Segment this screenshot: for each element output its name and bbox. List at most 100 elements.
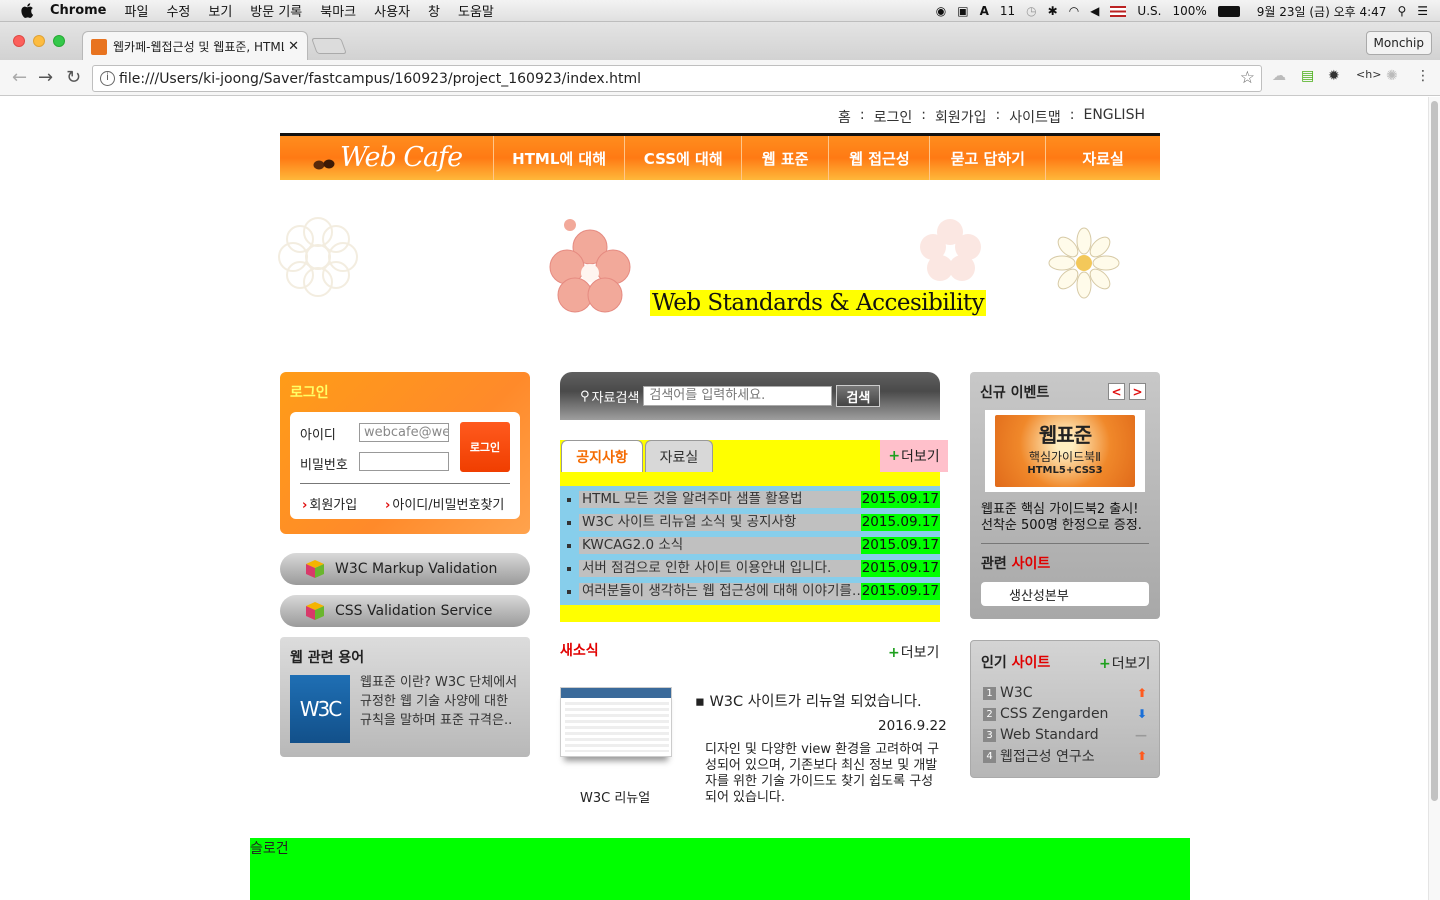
event-banner[interactable]: 웹표준 핵심가이드북Ⅱ HTML5+CSS3 <box>985 410 1145 492</box>
notification-center-icon[interactable]: ☰ <box>1417 4 1428 18</box>
battery-icon[interactable] <box>1217 5 1240 17</box>
apple-icon[interactable] <box>20 3 34 18</box>
site-logo[interactable]: Web Cafe <box>280 136 494 180</box>
code-extension-icon[interactable]: <h> <box>1356 68 1381 81</box>
nav-html[interactable]: HTML에 대해 <box>494 136 626 180</box>
info-icon[interactable]: i <box>100 71 115 86</box>
bluetooth-icon[interactable]: ✱ <box>1048 4 1058 18</box>
notice-title[interactable]: 서버 점검으로 인한 사이트 이용안내 입니다. <box>579 560 868 577</box>
notice-title[interactable]: W3C 사이트 리뉴얼 소식 및 공지사항 <box>579 514 868 531</box>
notice-more-link[interactable]: + 더보기 <box>880 440 948 472</box>
login-button[interactable]: 로그인 <box>460 422 510 472</box>
close-tab-icon[interactable]: ✕ <box>288 39 299 54</box>
list-item[interactable]: W3C 사이트 리뉴얼 소식 및 공지사항 2015.09.17 <box>560 511 940 534</box>
chrome-menu-icon[interactable]: ⋮ <box>1416 68 1430 84</box>
wifi-icon[interactable]: ◠ <box>1069 4 1079 18</box>
event-panel: 신규 이벤트 < > 웹표준 핵심가이드북Ⅱ HTML5+CSS3 웹표준 핵심… <box>970 372 1160 619</box>
join-link[interactable]: › 회원가입 <box>302 494 357 513</box>
list-item[interactable]: HTML 모든 것을 알려주마 샘플 활용법 2015.09.17 <box>560 488 940 511</box>
address-bar[interactable]: i file:///Users/ki-joong/Saver/fastcampu… <box>92 65 1262 92</box>
reload-icon[interactable]: ↻ <box>66 67 81 88</box>
tab-notice[interactable]: 공지사항 <box>561 440 643 472</box>
browser-tab[interactable]: 웹카페-웹접근성 및 웹표준, HTML5 ✕ <box>82 31 308 61</box>
notice-title[interactable]: HTML 모든 것을 알려주마 샘플 활용법 <box>579 491 868 508</box>
bookmark-star-icon[interactable]: ☆ <box>1240 68 1255 88</box>
nav-css[interactable]: CSS에 대해 <box>625 136 743 180</box>
zoom-window-button[interactable] <box>53 35 65 47</box>
w3c-markup-validation-button[interactable]: W3C Markup Validation <box>280 553 530 585</box>
event-text[interactable]: 웹표준 핵심 가이드북2 출시! 선착순 500명 한정으로 증정. <box>981 502 1142 534</box>
news-caption[interactable]: W3C 리뉴얼 <box>580 787 650 806</box>
util-sitemap-link[interactable]: 사이트맵 <box>1009 107 1061 127</box>
menu-edit[interactable]: 수정 <box>166 1 190 20</box>
related-sites-select[interactable]: 생산성본부 <box>981 582 1149 606</box>
flag-icon[interactable] <box>1110 5 1127 17</box>
menu-history[interactable]: 방문 기록 <box>250 1 302 20</box>
nav-qna[interactable]: 묻고 답하기 <box>930 136 1047 180</box>
clock[interactable]: 9월 23일 (금) 오후 4:47 <box>1257 3 1387 20</box>
news-more-link[interactable]: +더보기 <box>888 642 939 662</box>
back-icon[interactable]: ← <box>12 67 27 88</box>
menu-bookmarks[interactable]: 북마크 <box>320 1 356 20</box>
spotlight-icon[interactable]: ⚲ <box>1397 4 1406 18</box>
search-button[interactable]: 검색 <box>836 385 881 407</box>
util-english-link[interactable]: ENGLISH <box>1083 107 1145 127</box>
list-item[interactable]: KWCAG2.0 소식 2015.09.17 <box>560 534 940 557</box>
list-item[interactable]: 2 CSS Zengarden ⬇ <box>983 704 1153 724</box>
search-icon: ⚲ <box>580 388 590 404</box>
new-tab-button[interactable] <box>311 38 347 54</box>
popular-more-link[interactable]: +더보기 <box>1099 653 1150 673</box>
notice-title[interactable]: KWCAG2.0 소식 <box>579 537 868 554</box>
plus-icon: + <box>888 645 900 661</box>
list-item[interactable]: 여러분들이 생각하는 웹 접근성에 대해 이야기를 나눠봅시다2015.09.1… <box>560 580 940 603</box>
list-item[interactable]: 3 Web Standard — <box>983 725 1153 745</box>
menu-window[interactable]: 창 <box>428 1 440 20</box>
web-page: 홈: 로그인: 회원가입: 사이트맵: ENGLISH Web Cafe HTM… <box>0 97 1440 900</box>
menu-view[interactable]: 보기 <box>208 1 232 20</box>
profile-button[interactable]: Monchip <box>1365 31 1432 55</box>
menu-file[interactable]: 파일 <box>125 1 149 20</box>
util-login-link[interactable]: 로그인 <box>874 107 913 127</box>
forward-icon[interactable]: → <box>38 67 53 88</box>
input-source[interactable]: U.S. <box>1137 4 1161 18</box>
scrollbar-thumb[interactable] <box>1431 101 1438 801</box>
camera-icon[interactable]: ◉ <box>936 4 946 18</box>
event-next-button[interactable]: > <box>1129 383 1146 400</box>
list-item[interactable]: 4 웹접근성 연구소 ⬆ <box>983 746 1153 766</box>
list-item[interactable]: 1 W3C ⬆ <box>983 683 1153 703</box>
notice-title[interactable]: 여러분들이 생각하는 웹 접근성에 대해 이야기를 나눠봅시다 <box>579 583 868 600</box>
volume-icon[interactable]: ◀ <box>1090 4 1099 18</box>
util-join-link[interactable]: 회원가입 <box>935 107 987 127</box>
close-window-button[interactable] <box>13 35 25 47</box>
minimize-window-button[interactable] <box>33 35 45 47</box>
screenshot-icon[interactable]: ▣ <box>957 4 968 18</box>
nav-archive[interactable]: 자료실 <box>1046 136 1160 180</box>
evernote-extension-icon[interactable]: ▤ <box>1301 68 1314 84</box>
menu-app-name[interactable]: Chrome <box>50 3 107 18</box>
menu-people[interactable]: 사용자 <box>374 1 410 20</box>
event-prev-button[interactable]: < <box>1108 383 1125 400</box>
book-title: 웹표준 <box>1038 423 1092 447</box>
w3c-logo[interactable]: W3C <box>290 675 350 743</box>
tab-archive[interactable]: 자료실 <box>645 440 713 472</box>
find-account-link[interactable]: › 아이디/비밀번호찾기 <box>385 494 504 513</box>
list-item[interactable]: 서버 점검으로 인한 사이트 이용안내 입니다. 2015.09.17 <box>560 557 940 580</box>
font-icon[interactable]: A <box>980 4 989 18</box>
news-thumbnail[interactable] <box>560 687 672 757</box>
menu-help[interactable]: 도움말 <box>458 1 494 20</box>
password-input[interactable] <box>359 452 449 471</box>
util-home-link[interactable]: 홈 <box>838 107 851 127</box>
puzzle-extension-icon[interactable]: ✺ <box>1386 68 1398 84</box>
css-validation-button[interactable]: CSS Validation Service <box>280 595 530 627</box>
page-scrollbar[interactable] <box>1428 97 1440 900</box>
nav-web-standard[interactable]: 웹 표준 <box>742 136 830 180</box>
search-input[interactable]: 검색어를 입력하세요. <box>643 386 833 406</box>
nav-accessibility[interactable]: 웹 접근성 <box>829 136 931 180</box>
cloud-extension-icon[interactable]: ☁ <box>1272 68 1286 84</box>
trend-up-icon: ⬆ <box>1136 686 1147 700</box>
news-headline[interactable]: ▪ W3C 사이트가 리뉴얼 되었습니다. <box>695 690 922 711</box>
time-machine-icon[interactable]: ◷ <box>1026 4 1036 18</box>
terms-description[interactable]: 웹표준 이란? W3C 단체에서 규정한 웹 기술 사양에 대한 규칙을 말하며… <box>360 673 520 730</box>
settings-extension-icon[interactable]: ✹ <box>1328 68 1340 84</box>
id-input[interactable]: webcafe@we <box>359 423 449 442</box>
